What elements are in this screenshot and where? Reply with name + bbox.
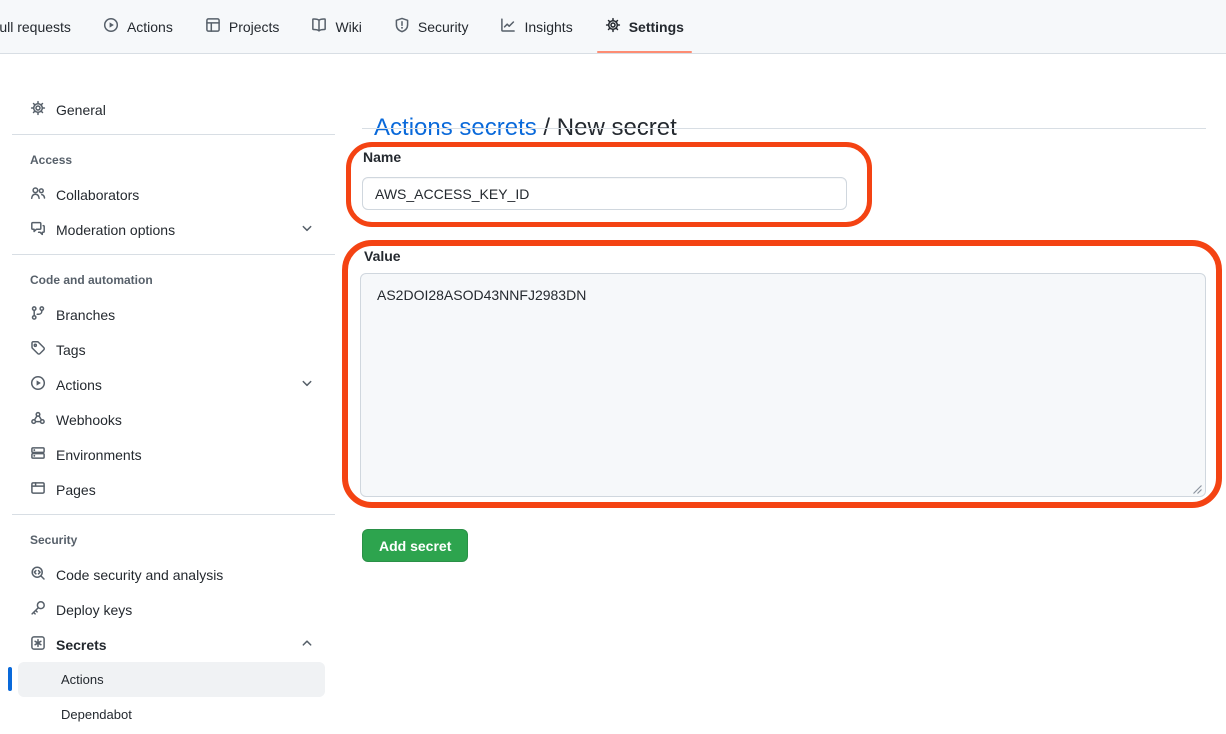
sidebar-item-label: Moderation options xyxy=(56,222,175,238)
play-icon xyxy=(103,17,119,36)
add-secret-button[interactable]: Add secret xyxy=(362,529,468,562)
sidebar-item-label: Code security and analysis xyxy=(56,567,223,583)
browser-icon xyxy=(30,480,56,499)
sidebar-item-label: Pages xyxy=(56,482,96,498)
settings-sidebar: General Access Collaborators Moderation … xyxy=(0,54,336,734)
table-icon xyxy=(205,17,221,36)
sidebar-section-code-and-automation: Code and automation xyxy=(12,262,335,297)
code-scan-icon xyxy=(30,565,56,584)
tab-insights[interactable]: Insights xyxy=(484,0,588,53)
tab-wiki[interactable]: Wiki xyxy=(295,0,377,53)
graph-icon xyxy=(500,17,516,36)
asterisk-box-icon xyxy=(30,635,56,654)
sidebar-divider xyxy=(12,134,335,135)
sidebar-item-label: Collaborators xyxy=(56,187,139,203)
sidebar-item-label: Tags xyxy=(56,342,86,358)
sidebar-item-tags[interactable]: Tags xyxy=(12,332,335,367)
git-branch-icon xyxy=(30,305,56,324)
sidebar-item-label: Webhooks xyxy=(56,412,122,428)
secret-name-input[interactable] xyxy=(362,177,847,210)
people-icon xyxy=(30,185,56,204)
sidebar-item-deploy-keys[interactable]: Deploy keys xyxy=(12,592,335,627)
tab-security[interactable]: Security xyxy=(378,0,485,53)
sidebar-item-branches[interactable]: Branches xyxy=(12,297,335,332)
sidebar-item-webhooks[interactable]: Webhooks xyxy=(12,402,335,437)
sidebar-item-collaborators[interactable]: Collaborators xyxy=(12,177,335,212)
tab-projects[interactable]: Projects xyxy=(189,0,296,53)
content-divider xyxy=(362,128,1206,129)
name-field-label: Name xyxy=(363,149,401,165)
sidebar-item-label: Actions xyxy=(61,672,104,687)
sidebar-subitem-secrets-actions[interactable]: Actions xyxy=(18,662,325,697)
sidebar-item-label: Secrets xyxy=(56,637,107,653)
gear-icon xyxy=(30,100,56,119)
gear-icon xyxy=(605,17,621,36)
tab-label: Projects xyxy=(229,19,280,35)
comment-discussion-icon xyxy=(30,220,56,239)
sidebar-item-moderation-options[interactable]: Moderation options xyxy=(12,212,335,247)
chevron-down-icon xyxy=(299,375,325,394)
tab-pull-requests[interactable]: Pull requests xyxy=(0,0,87,53)
sidebar-item-secrets[interactable]: Secrets xyxy=(12,627,335,662)
sidebar-item-code-security[interactable]: Code security and analysis xyxy=(12,557,335,592)
sidebar-item-label: Actions xyxy=(56,377,102,393)
shield-icon xyxy=(394,17,410,36)
sidebar-item-label: Environments xyxy=(56,447,142,463)
sidebar-subitem-secrets-dependabot[interactable]: Dependabot xyxy=(18,697,325,732)
sidebar-item-environments[interactable]: Environments xyxy=(12,437,335,472)
repo-tab-bar: Pull requests Actions Projects Wiki Secu… xyxy=(0,0,1226,54)
tab-label: Pull requests xyxy=(0,19,71,35)
chevron-up-icon xyxy=(299,635,325,654)
tab-label: Wiki xyxy=(335,19,361,35)
sidebar-item-general[interactable]: General xyxy=(12,92,335,127)
sidebar-item-pages[interactable]: Pages xyxy=(12,472,335,507)
value-field-label: Value xyxy=(364,248,401,264)
sidebar-item-label: Dependabot xyxy=(61,707,132,722)
sidebar-section-security: Security xyxy=(12,522,335,557)
sidebar-item-label: Branches xyxy=(56,307,115,323)
sidebar-item-label: Deploy keys xyxy=(56,602,132,618)
chevron-down-icon xyxy=(299,220,325,239)
tag-icon xyxy=(30,340,56,359)
sidebar-divider xyxy=(12,254,335,255)
tab-label: Settings xyxy=(629,19,684,35)
book-icon xyxy=(311,17,327,36)
key-icon xyxy=(30,600,56,619)
sidebar-item-label: General xyxy=(56,102,106,118)
sidebar-section-access: Access xyxy=(12,142,335,177)
sidebar-item-actions[interactable]: Actions xyxy=(12,367,335,402)
secret-value-textarea[interactable]: AS2DOI28ASOD43NNFJ2983DN xyxy=(360,273,1206,497)
tab-label: Insights xyxy=(524,19,572,35)
tab-actions[interactable]: Actions xyxy=(87,0,189,53)
tab-label: Actions xyxy=(127,19,173,35)
tab-label: Security xyxy=(418,19,469,35)
webhook-icon xyxy=(30,410,56,429)
tab-settings[interactable]: Settings xyxy=(589,0,700,53)
page-title: Actions secrets / New secret xyxy=(362,86,677,142)
play-icon xyxy=(30,375,56,394)
sidebar-divider xyxy=(12,514,335,515)
server-icon xyxy=(30,445,56,464)
